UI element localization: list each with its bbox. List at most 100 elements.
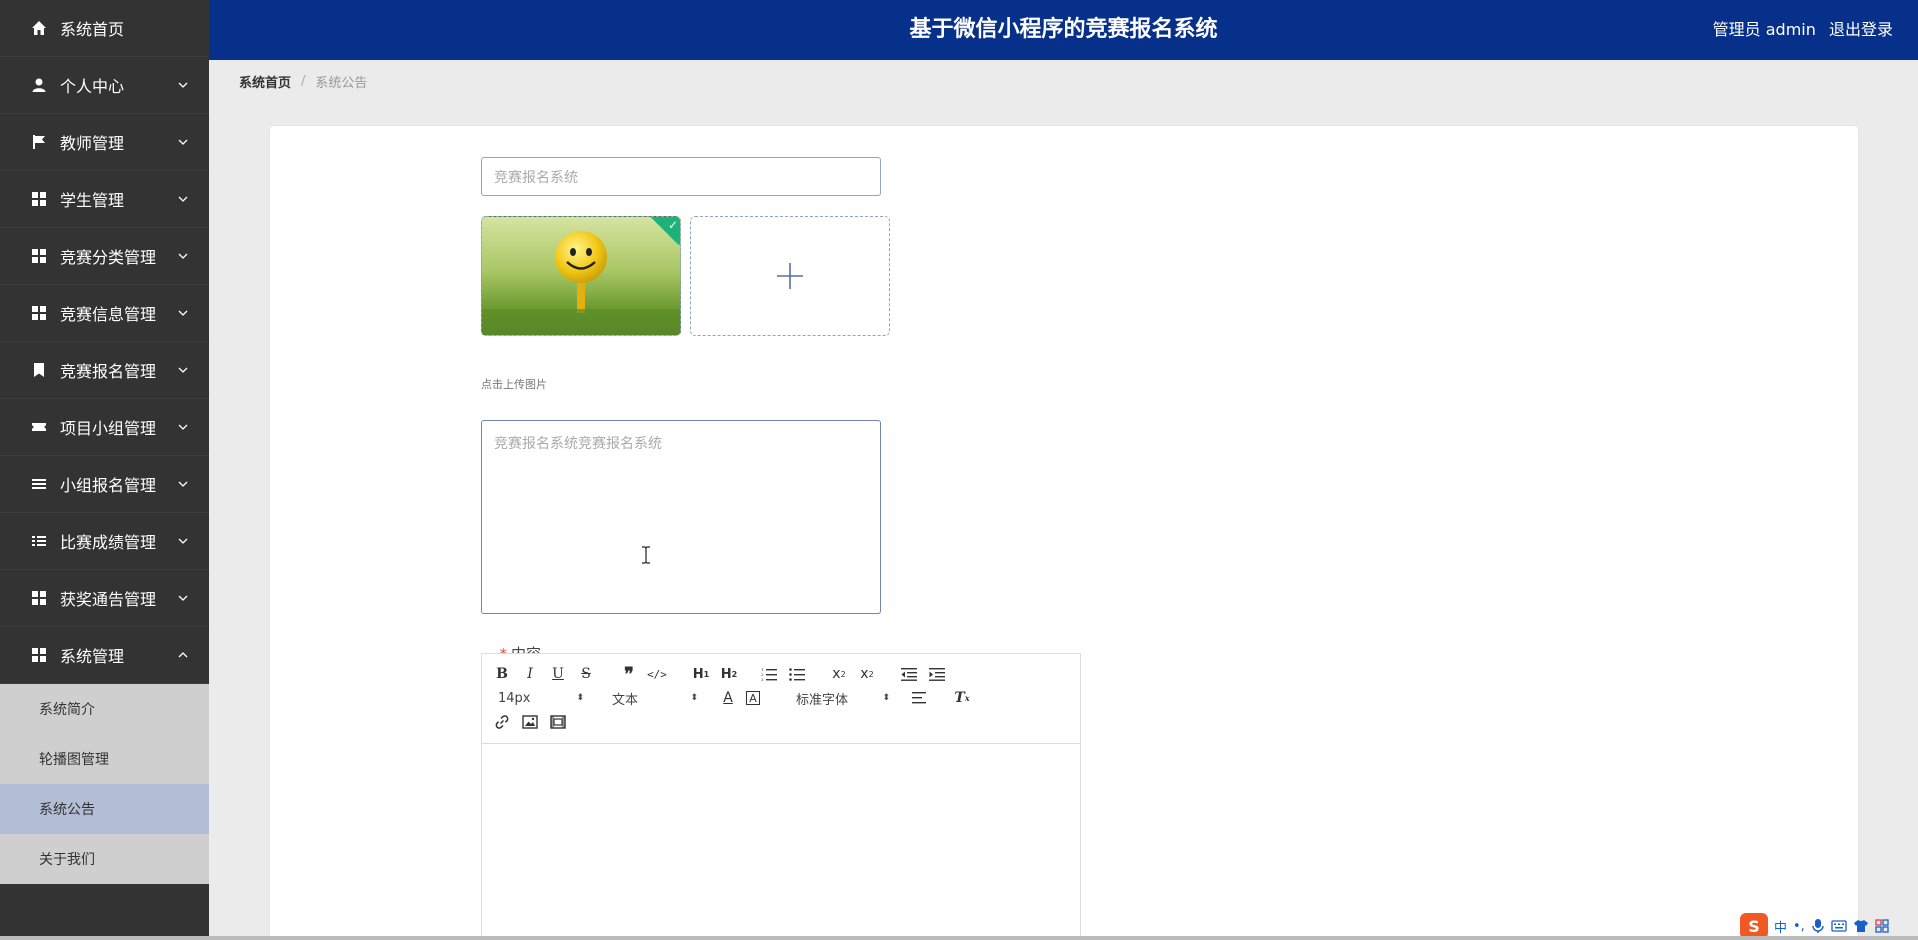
user-label: 管理员 admin [1712, 20, 1816, 39]
sidebar-item-label: 比赛成绩管理 [60, 533, 157, 552]
rich-text-editor: B I U S ❞ </> H1 H2 123 x2 x2 14px ⬍ 文本 … [481, 653, 1081, 940]
sidebar-item-label: 项目小组管理 [60, 419, 157, 438]
paragraph-type-select[interactable]: 文本 ⬍ [612, 688, 698, 708]
image-icon[interactable] [520, 712, 540, 732]
sidebar-item-label: 个人中心 [60, 77, 125, 96]
logout-link[interactable]: 退出登录 [1829, 20, 1893, 39]
microphone-icon[interactable] [1811, 918, 1825, 934]
italic-icon[interactable]: I [520, 664, 540, 684]
ime-mode-indicator[interactable]: 中 [1774, 917, 1787, 936]
keyboard-icon[interactable] [1831, 919, 1847, 933]
sidebar-item-label: 学生管理 [60, 191, 125, 210]
bottom-scrollbar[interactable] [0, 936, 1918, 940]
upload-add-button[interactable] [690, 216, 890, 336]
breadcrumb-separator: / [301, 74, 306, 89]
chevron-down-icon [178, 367, 188, 373]
grid-icon [30, 247, 48, 265]
font-family-select[interactable]: 标准字体 ⬍ [796, 688, 890, 708]
sidebar-item-scores[interactable]: 比赛成绩管理 [0, 513, 209, 570]
uploaded-image-thumbnail[interactable]: ✓ [481, 216, 681, 336]
superscript-icon[interactable]: x2 [857, 664, 877, 684]
form-panel: *标题 竞赛报名系统 *图片 [269, 125, 1859, 940]
sidebar-item-label: 获奖通告管理 [60, 590, 157, 609]
submenu-item-system-intro[interactable]: 系统简介 [0, 684, 209, 734]
chevron-down-icon [178, 139, 188, 145]
upload-hint: 点击上传图片 [481, 378, 547, 391]
editor-content-area[interactable] [482, 744, 1080, 940]
bold-icon[interactable]: B [492, 664, 512, 684]
bullet-list-icon[interactable] [787, 664, 807, 684]
sidebar-item-label: 系统首页 [60, 20, 125, 39]
submenu-item-about-us[interactable]: 关于我们 [0, 834, 209, 884]
align-icon[interactable] [910, 688, 930, 708]
link-icon[interactable] [492, 712, 512, 732]
grid-icon [30, 646, 48, 664]
select-arrows-icon: ⬍ [690, 693, 698, 703]
sidebar-item-system[interactable]: 系统管理 [0, 627, 209, 684]
breadcrumb-current: 系统公告 [315, 76, 368, 91]
sidebar-item-label: 竞赛信息管理 [60, 305, 157, 324]
submenu-item-carousel[interactable]: 轮播图管理 [0, 734, 209, 784]
sidebar-item-competition-signup[interactable]: 竞赛报名管理 [0, 342, 209, 399]
sidebar-item-project-groups[interactable]: 项目小组管理 [0, 399, 209, 456]
select-arrows-icon: ⬍ [576, 693, 584, 703]
apps-grid-icon[interactable] [1875, 919, 1889, 933]
sidebar-item-profile[interactable]: 个人中心 [0, 57, 209, 114]
breadcrumb-home[interactable]: 系统首页 [239, 72, 291, 91]
indent-icon[interactable] [927, 664, 947, 684]
plus-icon [777, 263, 803, 289]
code-block-icon[interactable]: </> [647, 664, 667, 684]
sidebar-item-home[interactable]: 系统首页 [0, 0, 209, 57]
blockquote-icon[interactable]: ❞ [619, 664, 639, 685]
sidebar-item-competition-info[interactable]: 竞赛信息管理 [0, 285, 209, 342]
grid-icon [30, 304, 48, 322]
clear-format-icon[interactable]: Tx [952, 688, 972, 708]
user-icon [30, 76, 48, 94]
svg-text:3: 3 [761, 677, 764, 681]
sidebar-item-label: 系统管理 [60, 647, 125, 666]
sidebar-item-label: 竞赛分类管理 [60, 248, 157, 267]
bookmark-icon [30, 361, 48, 379]
outdent-icon[interactable] [899, 664, 919, 684]
chevron-up-icon [178, 652, 188, 658]
chevron-down-icon [178, 538, 188, 544]
chevron-down-icon [178, 595, 188, 601]
grid-icon [30, 190, 48, 208]
chevron-down-icon [178, 196, 188, 202]
video-icon[interactable] [548, 712, 568, 732]
submenu-item-announcements[interactable]: 系统公告 [0, 784, 209, 834]
sidebar-item-students[interactable]: 学生管理 [0, 171, 209, 228]
ticket-icon [30, 418, 48, 436]
ordered-list-icon[interactable]: 123 [759, 664, 779, 684]
user-area: 管理员 admin 退出登录 [1705, 0, 1893, 60]
ime-punctuation-indicator[interactable]: •, [1793, 919, 1805, 934]
font-color-icon[interactable]: A [718, 688, 738, 708]
title-input[interactable]: 竞赛报名系统 [481, 157, 881, 196]
background-color-icon[interactable]: A [746, 691, 760, 705]
sidebar-item-competition-category[interactable]: 竞赛分类管理 [0, 228, 209, 285]
sidebar-item-label: 竞赛报名管理 [60, 362, 157, 381]
underline-icon[interactable]: U [548, 664, 568, 684]
header2-icon[interactable]: H2 [717, 664, 741, 684]
smiley-golf-ball-image [482, 217, 680, 335]
flag-icon [30, 133, 48, 151]
check-icon: ✓ [667, 218, 678, 232]
shirt-icon[interactable] [1853, 919, 1869, 933]
app-title: 基于微信小程序的竞赛报名系统 [909, 17, 1218, 42]
grid-icon [30, 589, 48, 607]
chevron-down-icon [178, 310, 188, 316]
sidebar-item-teachers[interactable]: 教师管理 [0, 114, 209, 171]
subscript-icon[interactable]: x2 [829, 664, 849, 684]
strikethrough-icon[interactable]: S [576, 664, 596, 684]
font-size-select[interactable]: 14px ⬍ [498, 688, 584, 708]
intro-textarea[interactable]: 竞赛报名系统竞赛报名系统 [481, 420, 881, 614]
home-icon [30, 19, 48, 37]
header1-icon[interactable]: H1 [689, 664, 713, 684]
chevron-down-icon [178, 253, 188, 259]
sidebar-item-group-signup[interactable]: 小组报名管理 [0, 456, 209, 513]
text-cursor-icon [642, 546, 650, 564]
sidebar-item-awards[interactable]: 获奖通告管理 [0, 570, 209, 627]
chevron-down-icon [178, 82, 188, 88]
sidebar-item-label: 小组报名管理 [60, 476, 157, 495]
chevron-down-icon [178, 424, 188, 430]
